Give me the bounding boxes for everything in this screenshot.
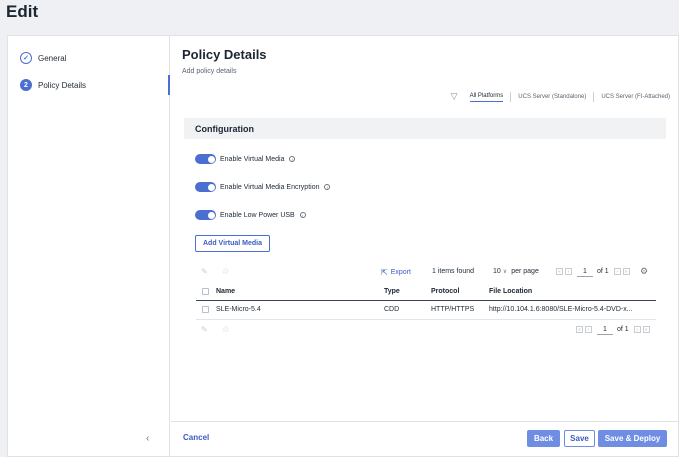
page-title: Edit [6, 2, 39, 21]
next-page-icon[interactable]: › [613, 268, 621, 275]
page-input[interactable]: 1 [577, 266, 593, 277]
delete-icon[interactable]: ♲ [222, 325, 229, 334]
tab-ucs-standalone[interactable]: UCS Server (Standalone) [518, 92, 586, 102]
back-button[interactable]: Back [527, 430, 560, 447]
cell-protocol: HTTP/HTTPS [431, 300, 489, 320]
toggle-row-encryption: Enable Virtual Media Encryption i [195, 182, 331, 192]
next-page-icon[interactable]: › [633, 326, 641, 333]
section-title: Policy Details [182, 47, 267, 62]
table-header-row: Name Type Protocol File Location [196, 283, 656, 301]
page-input[interactable]: 1 [597, 324, 613, 335]
wizard-footer: Cancel Back Save Save & Deploy [171, 421, 678, 456]
info-icon[interactable]: i [289, 156, 296, 162]
tab-all-platforms[interactable]: All Platforms [469, 91, 504, 102]
export-icon: ⇱ [381, 268, 388, 277]
row-checkbox[interactable] [202, 305, 209, 313]
cancel-button[interactable]: Cancel [183, 433, 209, 442]
info-icon[interactable]: i [299, 212, 306, 218]
column-header: Type [384, 283, 431, 301]
section-subtitle: Add policy details [182, 68, 237, 75]
first-page-icon[interactable]: « [576, 326, 583, 333]
step-policy-details[interactable]: 2 Policy Details [20, 77, 86, 93]
column-header: File Location [489, 283, 656, 301]
table-toolbar: ✎ ♲ ⇱ Export 1 items found 10 ∨ per page… [195, 266, 656, 280]
tab-ucs-fi-attached[interactable]: UCS Server (FI-Attached) [601, 92, 670, 102]
cell-file-location: http://10.104.1.6:8080/SLE-Micro-5.4-DVD… [489, 300, 656, 320]
table-footer-toolbar: ✎ ♲ « ‹ 1 of 1 › » [195, 324, 656, 338]
pagination-bottom: « ‹ 1 of 1 › » [575, 324, 651, 335]
save-deploy-button[interactable]: Save & Deploy [598, 430, 667, 447]
edit-icon[interactable]: ✎ [201, 267, 208, 276]
toggle-row-low-power-usb: Enable Low Power USB i [195, 210, 306, 220]
toggle-label: Enable Virtual Media Encryption [220, 183, 320, 191]
step-label: General [38, 53, 67, 63]
chevron-down-icon: ∨ [502, 269, 508, 275]
items-found: 1 items found [432, 268, 475, 275]
virtual-media-toggle[interactable] [195, 154, 216, 164]
add-virtual-media-button[interactable]: Add Virtual Media [195, 235, 270, 252]
platform-tabs: ▽ All Platforms UCS Server (Standalone) … [451, 91, 670, 102]
info-icon[interactable]: i [324, 184, 331, 190]
toggle-row-virtual-media: Enable Virtual Media i [195, 154, 296, 164]
per-page-select[interactable]: 10 ∨ per page [493, 268, 539, 275]
column-header: Name [216, 283, 384, 301]
prev-page-icon[interactable]: ‹ [565, 268, 572, 275]
cell-name: SLE-Micro-5.4 [216, 300, 384, 320]
low-power-usb-toggle[interactable] [195, 210, 216, 220]
page-count: of 1 [597, 268, 609, 275]
first-page-icon[interactable]: « [556, 268, 563, 275]
page-count: of 1 [617, 326, 629, 333]
column-header: Protocol [431, 283, 489, 301]
gear-icon[interactable]: ⚙ [640, 266, 648, 277]
per-page-value: 10 [493, 268, 501, 275]
wizard-card: ✓ General 2 Policy Details ‹ Policy Deta… [7, 35, 679, 457]
pagination-top: « ‹ 1 of 1 › » [555, 266, 631, 277]
table-row[interactable]: SLE-Micro-5.4 CDD HTTP/HTTPS http://10.1… [196, 300, 656, 320]
toggle-label: Enable Virtual Media [220, 155, 285, 163]
select-all-checkbox[interactable] [202, 287, 209, 295]
step-number-badge: 2 [20, 79, 32, 91]
main-panel: Policy Details Add policy details ▽ All … [171, 36, 678, 456]
per-page-label: per page [511, 268, 539, 275]
last-page-icon[interactable]: » [622, 268, 630, 275]
encryption-toggle[interactable] [195, 182, 216, 192]
export-button[interactable]: ⇱ Export [381, 268, 411, 277]
prev-page-icon[interactable]: ‹ [585, 326, 592, 333]
cell-type: CDD [384, 300, 431, 320]
save-button[interactable]: Save [564, 430, 595, 447]
tab-divider [510, 91, 512, 102]
step-label: Policy Details [38, 80, 87, 90]
check-icon: ✓ [20, 52, 32, 64]
filter-icon[interactable]: ▽ [451, 91, 458, 102]
wizard-sidebar: ✓ General 2 Policy Details ‹ [8, 36, 170, 456]
step-general[interactable]: ✓ General [20, 50, 66, 66]
configuration-header: Configuration [184, 118, 666, 139]
virtual-media-table: Name Type Protocol File Location SLE-Mic… [196, 283, 656, 320]
last-page-icon[interactable]: » [642, 326, 650, 333]
active-step-indicator [168, 75, 170, 95]
toggle-label: Enable Low Power USB [220, 211, 295, 219]
export-label: Export [390, 269, 411, 276]
delete-icon[interactable]: ♲ [222, 267, 229, 276]
collapse-chevron-icon[interactable]: ‹ [146, 433, 149, 444]
edit-icon[interactable]: ✎ [201, 325, 208, 334]
tab-divider [593, 91, 595, 102]
